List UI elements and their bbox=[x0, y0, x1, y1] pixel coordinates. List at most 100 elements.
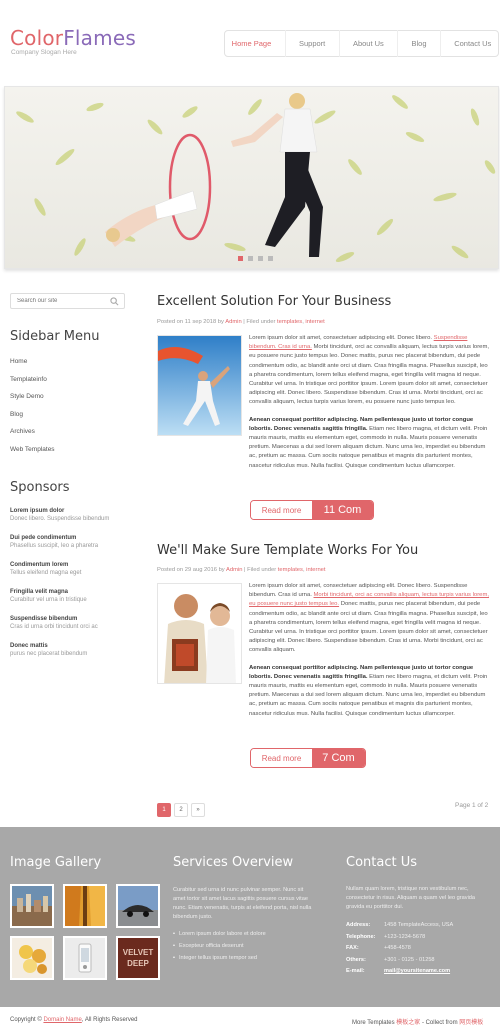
logo-part2: Flames bbox=[63, 26, 136, 50]
nav-support[interactable]: Support bbox=[299, 39, 325, 48]
post-title[interactable]: We'll Make Sure Template Works For You bbox=[157, 543, 418, 558]
image-gallery: VELVET DEEP bbox=[10, 884, 160, 980]
contact-email-link[interactable]: mail@yoursitename.com bbox=[384, 968, 450, 980]
site-logo[interactable]: ColorFlames bbox=[10, 26, 136, 50]
read-more-button[interactable]: Read more 11 Com bbox=[250, 500, 374, 520]
contact-title: Contact Us bbox=[346, 855, 417, 870]
site-footer: Image Gallery VELVET DEEP Services Overvi… bbox=[0, 827, 500, 1007]
post-author-link[interactable]: Admin bbox=[226, 567, 242, 573]
sidebar-item-templateinfo[interactable]: Templateinfo bbox=[10, 376, 55, 394]
contact-key: FAX: bbox=[346, 945, 359, 951]
page-1-button[interactable]: 1 bbox=[157, 803, 171, 817]
contact-others: +301 - 0125 - 01258 bbox=[384, 956, 435, 963]
read-more-label: Read more bbox=[251, 749, 312, 767]
contact-key: Others: bbox=[346, 956, 366, 963]
nav-home[interactable]: Home Page bbox=[232, 39, 272, 48]
post-category-link[interactable]: internet bbox=[306, 567, 325, 573]
credits-prefix: More Templates bbox=[352, 1020, 395, 1026]
hero-slider[interactable] bbox=[4, 86, 499, 269]
sponsor-name: Lorem ipsum dolor bbox=[10, 508, 65, 514]
sponsor-desc: purus nec placerat bibendum bbox=[10, 651, 88, 657]
services-list-item[interactable]: Integer tellus ipsum tempor sed bbox=[173, 955, 266, 967]
contact-fax: +458-4578 bbox=[384, 945, 411, 951]
sponsor-item[interactable]: Suspendisse bibendum Cras id urna orbi t… bbox=[10, 616, 140, 643]
page-2-button[interactable]: 2 bbox=[174, 803, 188, 817]
gallery-thumb[interactable] bbox=[10, 884, 54, 928]
post-date: Posted on 11 sep 2018 by bbox=[157, 319, 224, 325]
logo-part1: Color bbox=[10, 26, 64, 50]
nav-divider bbox=[397, 30, 399, 57]
copyright-prefix: Copyright © bbox=[10, 1017, 42, 1023]
comment-count[interactable]: 11 Com bbox=[312, 501, 373, 519]
post-text: Lorem ipsum dolor sit amet, consectetuer… bbox=[249, 335, 433, 341]
post-date: Posted on 29 aug 2016 by bbox=[157, 567, 225, 573]
sidebar-item-blog[interactable]: Blog bbox=[10, 411, 55, 429]
post-meta: Posted on 11 sep 2018 by Admin | Filed u… bbox=[157, 319, 325, 325]
post-text: Etiam nec libero magna, et dictum velit.… bbox=[249, 673, 488, 717]
sponsor-desc: Donec libero. Suspendisse bibendum bbox=[10, 516, 110, 522]
gallery-thumb[interactable] bbox=[63, 936, 107, 980]
contact-telephone: +123-1234-5678 bbox=[384, 933, 426, 940]
sidebar-item-archives[interactable]: Archives bbox=[10, 428, 55, 446]
collect-link[interactable]: 网页模板 bbox=[459, 1020, 483, 1026]
domain-name-link[interactable]: Domain Name bbox=[43, 1017, 81, 1023]
sponsor-item[interactable]: Dui pede condimentum Phasellus suscipit,… bbox=[10, 535, 140, 562]
contact-key: Address: bbox=[346, 922, 371, 928]
gallery-image bbox=[12, 886, 52, 926]
nav-divider bbox=[284, 30, 286, 57]
gallery-image bbox=[12, 938, 52, 978]
sponsors-title: Sponsors bbox=[10, 480, 70, 495]
credits: More Templates 模板之家 - Collect from 网页模板 bbox=[352, 1017, 483, 1026]
post-category-link[interactable]: internet bbox=[305, 319, 324, 325]
gallery-thumb[interactable] bbox=[116, 884, 160, 928]
services-list-item[interactable]: Lorem ipsum dolor labore et dolore bbox=[173, 931, 266, 943]
sidebar-item-style-demo[interactable]: Style Demo bbox=[10, 393, 55, 411]
copyright: Copyright © Domain Name, All Rights Rese… bbox=[10, 1017, 138, 1023]
nav-blog[interactable]: Blog bbox=[411, 39, 426, 48]
search-input[interactable] bbox=[17, 298, 107, 304]
gallery-thumb[interactable]: VELVET DEEP bbox=[116, 936, 160, 980]
post-author-link[interactable]: Admin bbox=[225, 319, 241, 325]
templates-link[interactable]: 模板之家 bbox=[396, 1020, 420, 1026]
search-icon[interactable] bbox=[110, 297, 119, 308]
nav-about-us[interactable]: About Us bbox=[353, 39, 384, 48]
contact-details: Address: 1458 TemplateAccess, USA Telepho… bbox=[346, 922, 453, 980]
post-filed-label: | Filed under bbox=[244, 567, 277, 573]
sidebar-item-web-templates[interactable]: Web Templates bbox=[10, 446, 55, 464]
contact-row: Telephone: +123-1234-5678 bbox=[346, 934, 453, 946]
sponsor-item[interactable]: Donec mattis purus nec placerat bibendum bbox=[10, 643, 140, 670]
copyright-suffix: , bbox=[81, 1017, 84, 1023]
contact-key: Telephone: bbox=[346, 933, 376, 940]
nav-contact-us[interactable]: Contact Us bbox=[454, 39, 491, 48]
sidebar-menu: Home Templateinfo Style Demo Blog Archiv… bbox=[10, 358, 55, 463]
sponsor-desc: Cras id urna orbi tincidunt orci ac bbox=[10, 624, 98, 630]
slider-dot-2[interactable] bbox=[248, 256, 253, 261]
read-more-button[interactable]: Read more 7 Com bbox=[250, 748, 366, 768]
services-list-item[interactable]: Excepteur officia deserunt bbox=[173, 943, 266, 955]
sponsor-name: Donec mattis bbox=[10, 643, 48, 649]
contact-row: E-mail: mail@yoursitename.com bbox=[346, 968, 453, 980]
gallery-thumb[interactable] bbox=[10, 936, 54, 980]
post-image bbox=[158, 584, 241, 683]
slider-dot-3[interactable] bbox=[258, 256, 263, 261]
sponsor-item[interactable]: Lorem ipsum dolor Donec libero. Suspendi… bbox=[10, 508, 140, 535]
sponsor-item[interactable]: Condimentum lorem Tellus eleifend magna … bbox=[10, 562, 140, 589]
bottom-bar: Copyright © Domain Name, All Rights Rese… bbox=[0, 1007, 500, 1034]
post-thumbnail[interactable] bbox=[157, 583, 242, 684]
post-thumbnail[interactable] bbox=[157, 335, 242, 436]
post-category-link[interactable]: templates bbox=[277, 319, 302, 325]
comment-count[interactable]: 7 Com bbox=[312, 749, 365, 767]
post-title[interactable]: Excellent Solution For Your Business bbox=[157, 294, 391, 309]
sponsor-item[interactable]: Fringilla velit magna Curabitur vel urna… bbox=[10, 589, 140, 616]
sponsor-name: Fringilla velit magna bbox=[10, 589, 69, 595]
sponsor-name: Dui pede condimentum bbox=[10, 535, 77, 541]
page-count: Page 1 of 2 bbox=[455, 802, 489, 809]
slider-dot-4[interactable] bbox=[268, 256, 273, 261]
sidebar-item-home[interactable]: Home bbox=[10, 358, 55, 376]
next-page-button[interactable]: » bbox=[191, 803, 205, 817]
post-image bbox=[158, 336, 241, 435]
gallery-thumb[interactable] bbox=[63, 884, 107, 928]
slider-dot-1[interactable] bbox=[238, 256, 243, 261]
gallery-title: Image Gallery bbox=[10, 855, 102, 870]
post-category-link[interactable]: templates bbox=[278, 567, 303, 573]
